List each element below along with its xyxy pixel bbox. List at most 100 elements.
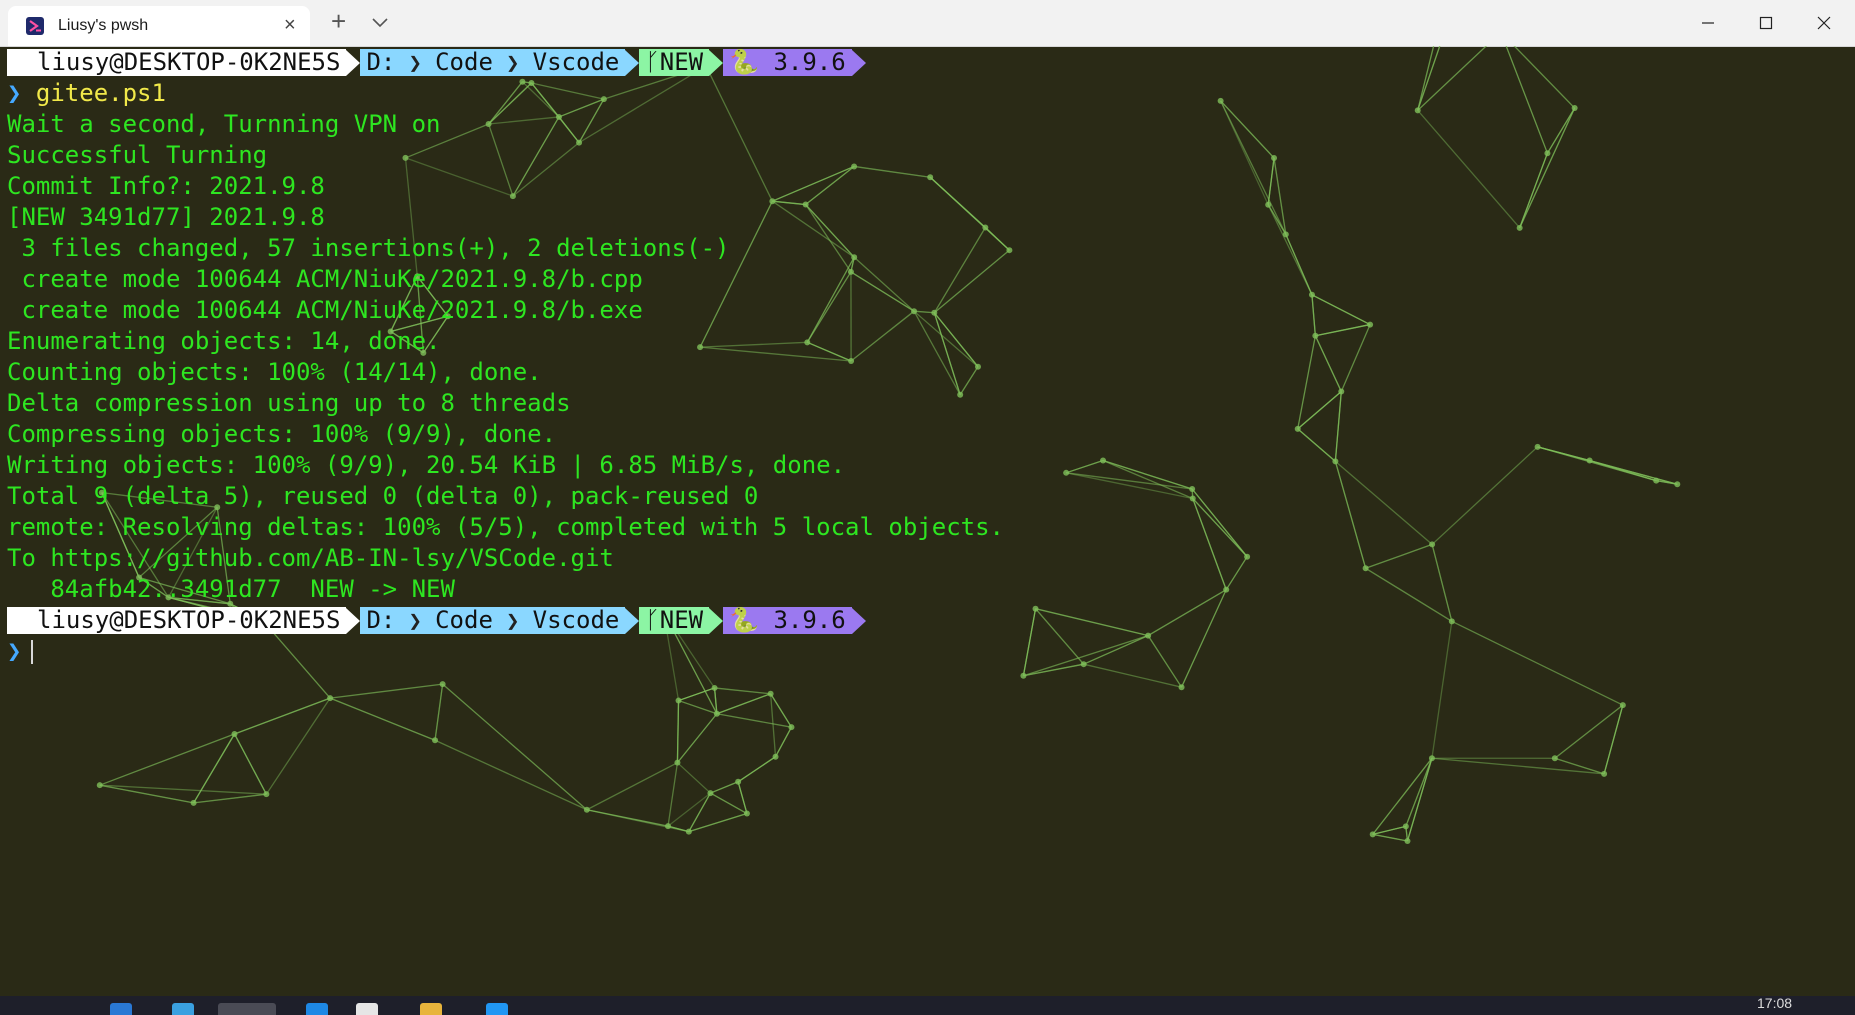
segment-arrow — [851, 49, 866, 76]
output-line: Enumerating objects: 14, done. — [7, 327, 441, 355]
output-line: remote: Resolving deltas: 100% (5/5), co… — [7, 513, 1004, 541]
git-branch-icon: ᚴ — [645, 606, 660, 634]
segment-arrow — [625, 49, 640, 76]
network-node — [439, 681, 446, 688]
output-line: create mode 100644 ACM/NiuKe/2021.9.8/b.… — [7, 265, 643, 293]
network-line — [330, 683, 443, 699]
network-line — [667, 792, 711, 827]
network-line — [1554, 704, 1624, 759]
prompt-line: liusy@DESKTOP-0K2NE5S D: ❯ Code ❯ Vscode… — [7, 47, 1847, 78]
network-line — [769, 693, 777, 757]
output-line: Successful Turning — [7, 141, 268, 169]
network-line — [234, 697, 331, 735]
prompt-user: liusy@DESKTOP-0K2NE5S — [7, 607, 347, 634]
close-icon[interactable]: × — [284, 15, 296, 35]
network-line — [442, 683, 588, 811]
output-line: create mode 100644 ACM/NiuKe/2021.9.8/b.… — [7, 296, 643, 324]
python-icon: 🐍 — [729, 48, 759, 76]
output-line: Delta compression using up to 8 threads — [7, 389, 571, 417]
network-line — [99, 733, 235, 786]
network-line — [737, 756, 776, 783]
output-line: Total 9 (delta 5), reused 0 (delta 0), p… — [7, 482, 759, 510]
prompt-user: liusy@DESKTOP-0K2NE5S — [7, 49, 347, 76]
network-node — [788, 724, 795, 731]
network-line — [586, 762, 678, 811]
network-node — [263, 791, 270, 798]
python-icon: 🐍 — [729, 606, 759, 634]
network-line — [774, 726, 793, 758]
output-line: Writing objects: 100% (9/9), 20.54 KiB |… — [7, 451, 846, 479]
notepad-icon[interactable] — [356, 1003, 378, 1015]
terminal-taskbar-button[interactable] — [218, 1003, 276, 1015]
tab-pwsh[interactable]: Liusy's pwsh × — [8, 6, 310, 46]
network-node — [96, 782, 103, 789]
network-node — [1402, 823, 1409, 830]
network-node — [675, 697, 682, 704]
prompt-line: liusy@DESKTOP-0K2NE5S D: ❯ Code ❯ Vscode… — [7, 605, 1847, 636]
output-line: Compressing objects: 100% (9/9), done. — [7, 420, 557, 448]
edge-icon[interactable] — [110, 1003, 132, 1015]
output-line: [NEW 3491d77] 2021.9.8 — [7, 203, 325, 231]
close-icon[interactable] — [1795, 0, 1853, 46]
network-line — [1083, 663, 1182, 688]
command-text: gitee.ps1 — [35, 79, 166, 107]
segment-arrow — [346, 49, 361, 76]
command-line: ❯ gitee.ps1 — [7, 78, 1847, 109]
output-line: 3 files changed, 57 insertions(+), 2 del… — [7, 234, 730, 262]
chevron-down-icon[interactable] — [372, 12, 388, 33]
network-line — [676, 713, 718, 764]
prompt-python: 🐍 3.9.6 — [723, 49, 852, 76]
prompt-python: 🐍 3.9.6 — [723, 607, 852, 634]
git-branch-icon: ᚴ — [645, 48, 660, 76]
network-line — [667, 825, 689, 833]
terminal-output[interactable]: liusy@DESKTOP-0K2NE5S D: ❯ Code ❯ Vscode… — [7, 47, 1847, 667]
output-line: 84afb42..3491d77 NEW -> NEW — [7, 575, 455, 603]
text-cursor — [31, 640, 34, 664]
tab-title: Liusy's pwsh — [58, 17, 149, 34]
network-line — [667, 762, 679, 827]
segment-arrow — [346, 607, 361, 634]
network-line — [193, 793, 267, 804]
output-line: To https://github.com/AB-IN-lsy/VSCode.g… — [7, 544, 614, 572]
network-line — [434, 739, 588, 811]
input-line[interactable]: ❯ — [7, 636, 1847, 667]
network-line — [1372, 757, 1433, 835]
network-line — [676, 700, 680, 763]
plus-icon[interactable]: + — [331, 8, 346, 34]
network-node — [1551, 755, 1558, 762]
output-line: Counting objects: 100% (14/14), done. — [7, 358, 542, 386]
chevron-right-icon: ❯ — [7, 79, 22, 107]
network-line — [710, 781, 739, 794]
clock: 17:08 — [1757, 995, 1793, 1011]
network-line — [586, 809, 689, 833]
vscode-icon[interactable] — [306, 1003, 328, 1015]
chevron-right-icon: ❯ — [7, 637, 22, 665]
network-line — [1603, 704, 1624, 775]
network-node — [735, 778, 742, 785]
network-line — [716, 713, 792, 728]
folder-icon[interactable] — [420, 1003, 442, 1015]
prompt-path: D: ❯ Code ❯ Vscode — [360, 49, 626, 76]
output-line: Commit Info?: 2021.9.8 — [7, 172, 325, 200]
title-bar: Liusy's pwsh × + — [0, 0, 1855, 47]
network-line — [1406, 758, 1433, 842]
network-line — [329, 697, 436, 741]
maximize-icon[interactable] — [1737, 0, 1795, 46]
browser-icon[interactable] — [172, 1003, 194, 1015]
powershell-icon — [26, 17, 44, 35]
network-line — [676, 762, 711, 794]
network-line — [716, 693, 771, 715]
segment-arrow — [709, 49, 724, 76]
app-icon[interactable] — [486, 1003, 508, 1015]
prompt-git: ᚴNEW — [639, 48, 710, 76]
prompt-path: D: ❯ Code ❯ Vscode — [360, 607, 626, 634]
network-node — [583, 806, 590, 813]
minimize-icon[interactable] — [1679, 0, 1737, 46]
network-line — [434, 684, 444, 741]
network-line — [1405, 757, 1433, 827]
segment-arrow — [709, 607, 724, 634]
prompt-git: ᚴNEW — [639, 606, 710, 634]
output-line: Wait a second, Turnning VPN on — [7, 110, 441, 138]
taskbar: 17:08 — [0, 995, 1855, 1015]
network-line — [265, 697, 331, 795]
